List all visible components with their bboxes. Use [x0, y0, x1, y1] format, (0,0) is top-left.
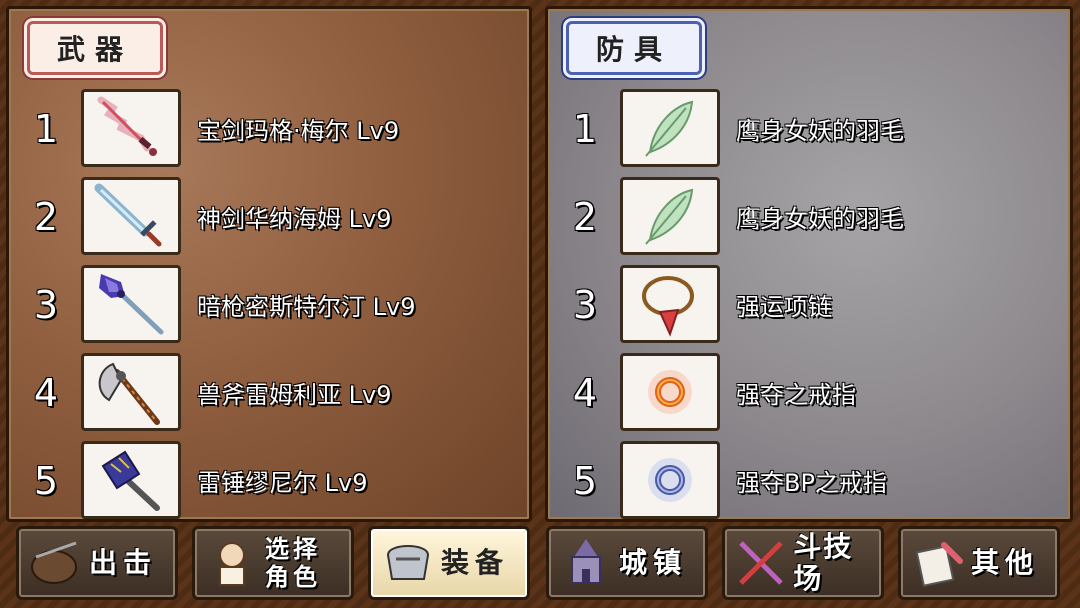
armor-name: 强夺BP之戒指: [736, 469, 887, 497]
slot-number: 4: [572, 371, 598, 415]
slot-number: 1: [572, 107, 598, 151]
slot-number: 2: [572, 195, 598, 239]
sortie-button[interactable]: 出击: [16, 526, 178, 600]
nav-label: 斗技场: [793, 530, 854, 595]
weapon-slot-3[interactable]: 3 暗枪密斯特尔汀 Lv9: [9, 265, 529, 349]
weapons-tab-label: 武器: [27, 21, 163, 75]
nav-label: 装备: [441, 546, 510, 579]
helmet-icon: [23, 530, 89, 596]
slot-number: 3: [33, 283, 59, 327]
castle-icon: [553, 530, 619, 596]
nav-label: 出击: [89, 546, 158, 579]
weapon-slot-2[interactable]: 2 神剑华纳海姆 Lv9: [9, 177, 529, 261]
blue-sword-icon: [81, 177, 181, 255]
weapon-slot-4[interactable]: 4 兽斧雷姆利亚 Lv9: [9, 353, 529, 437]
blue-ring-icon: [620, 441, 720, 519]
armor-slot-5[interactable]: 5 强夺BP之戒指: [548, 441, 1070, 519]
slot-number: 2: [33, 195, 59, 239]
axe-icon: [81, 353, 181, 431]
town-button[interactable]: 城镇: [546, 526, 708, 600]
pink-sword-icon: [81, 89, 181, 167]
armor-icon: [375, 530, 441, 596]
feather-icon: [620, 177, 720, 255]
armor-name: 强夺之戒指: [736, 381, 856, 409]
nav-label-line1: 选择: [265, 535, 321, 563]
nav-label: 其他: [971, 546, 1040, 579]
hammer-icon: [81, 441, 181, 519]
nav-label: 选择 角色: [265, 535, 321, 591]
armor-panel: 防具 1 鹰身女妖的羽毛 2 鹰身女妖的羽毛 3 强运项链 4 强夺之戒指 5 …: [545, 6, 1073, 522]
slot-number: 5: [33, 459, 59, 503]
weapon-slot-5[interactable]: 5 雷锤缪尼尔 Lv9: [9, 441, 529, 519]
weapon-name: 兽斧雷姆利亚 Lv9: [197, 381, 392, 409]
other-button[interactable]: 其他: [898, 526, 1060, 600]
weapon-name: 宝剑玛格·梅尔 Lv9: [197, 117, 400, 145]
weapon-slot-1[interactable]: 1 宝剑玛格·梅尔 Lv9: [9, 89, 529, 173]
armor-slot-3[interactable]: 3 强运项链: [548, 265, 1070, 349]
equipment-button[interactable]: 装备: [368, 526, 530, 600]
feather-icon: [620, 89, 720, 167]
red-ring-icon: [620, 353, 720, 431]
weapon-name: 雷锤缪尼尔 Lv9: [197, 469, 368, 497]
crossed-swords-icon: [729, 530, 793, 596]
armor-name: 鹰身女妖的羽毛: [736, 117, 904, 145]
slot-number: 4: [33, 371, 59, 415]
nav-label: 城镇: [619, 546, 688, 579]
dark-spear-icon: [81, 265, 181, 343]
slot-number: 3: [572, 283, 598, 327]
character-icon: [199, 530, 265, 596]
slot-number: 5: [572, 459, 598, 503]
arena-button[interactable]: 斗技场: [722, 526, 884, 600]
weapon-name: 暗枪密斯特尔汀 Lv9: [197, 293, 416, 321]
bottom-nav: 出击 选择 角色 装备 城镇 斗技场 其他: [0, 520, 1080, 608]
slot-number: 1: [33, 107, 59, 151]
weapon-name: 神剑华纳海姆 Lv9: [197, 205, 392, 233]
armor-tab-label: 防具: [566, 21, 702, 75]
armor-slot-1[interactable]: 1 鹰身女妖的羽毛: [548, 89, 1070, 173]
weapons-panel: 武器 1 宝剑玛格·梅尔 Lv9 2 神剑华纳海姆 Lv9 3 暗枪密斯特尔汀 …: [6, 6, 532, 522]
scroll-icon: [905, 530, 971, 596]
select-character-button[interactable]: 选择 角色: [192, 526, 354, 600]
armor-slot-2[interactable]: 2 鹰身女妖的羽毛: [548, 177, 1070, 261]
necklace-icon: [620, 265, 720, 343]
armor-name: 强运项链: [736, 293, 832, 321]
armor-name: 鹰身女妖的羽毛: [736, 205, 904, 233]
armor-slot-4[interactable]: 4 强夺之戒指: [548, 353, 1070, 437]
nav-label-line2: 角色: [265, 563, 321, 591]
